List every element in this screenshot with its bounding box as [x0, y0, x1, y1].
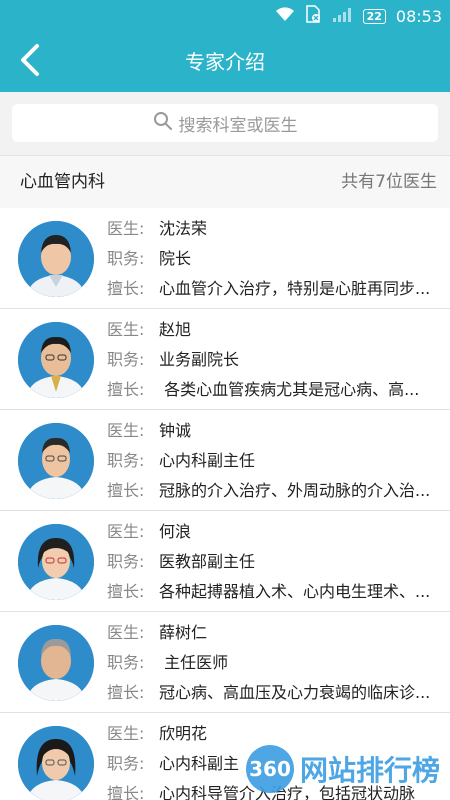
doctor-avatar — [18, 625, 94, 701]
doctor-position: 主任医师 — [159, 653, 229, 672]
app-bar: 专家介绍 — [0, 32, 450, 92]
specialty-label: 擅长: — [107, 683, 145, 702]
doctor-position: 心内科副主 — [159, 754, 240, 773]
specialty-label: 擅长: — [107, 784, 145, 800]
watermark-text: 网站排行榜 — [300, 754, 441, 787]
doctor-position: 院长 — [159, 249, 192, 268]
doctor-list-item[interactable]: 医生: 赵旭 职务: 业务副院长 擅长: 各类心血管疾病尤其是冠心病、高... — [0, 309, 450, 410]
status-bar: 22 08:53 — [0, 0, 450, 32]
status-time: 08:53 — [395, 6, 442, 26]
specialty-label: 擅长: — [107, 582, 145, 601]
doctor-specialty: 各类心血管疾病尤其是冠心病、高... — [159, 380, 420, 399]
doctor-position: 业务副院长 — [159, 350, 240, 369]
doctor-name: 钟诚 — [159, 421, 192, 440]
doctor-label: 医生: — [107, 724, 145, 743]
search-area: 搜索科室或医生 — [0, 92, 450, 154]
search-input[interactable]: 搜索科室或医生 — [12, 104, 438, 142]
doctor-list-item[interactable]: 医生: 钟诚 职务: 心内科副主任 擅长: 冠脉的介入治疗、外周动脉的介入治... — [0, 410, 450, 511]
back-button[interactable] — [10, 40, 50, 84]
specialty-label: 擅长: — [107, 481, 145, 500]
doctor-name: 沈法荣 — [159, 219, 208, 238]
doctor-specialty: 冠脉的介入治疗、外周动脉的介入治... — [159, 481, 431, 500]
doctor-specialty: 各种起搏器植入术、心内电生理术、... — [159, 582, 431, 601]
position-label: 职务: — [107, 350, 145, 369]
doctor-name: 何浪 — [159, 522, 192, 541]
position-label: 职务: — [107, 754, 145, 773]
doctor-avatar — [18, 322, 94, 398]
doctor-position: 心内科副主任 — [159, 451, 256, 470]
doctor-list-item[interactable]: 医生: 沈法荣 职务: 院长 擅长: 心血管介入治疗，特别是心脏再同步... — [0, 208, 450, 309]
watermark-logo: 360 网站排行榜 — [246, 738, 450, 800]
page-title: 专家介绍 — [185, 50, 265, 74]
360-logo-icon: 360 — [246, 745, 294, 793]
battery-icon: 22 — [362, 8, 386, 24]
position-label: 职务: — [107, 653, 145, 672]
specialty-label: 擅长: — [107, 279, 145, 298]
doctor-name: 欣明花 — [159, 724, 208, 743]
chevron-left-icon — [18, 43, 42, 81]
department-name: 心血管内科 — [20, 172, 105, 192]
doctor-label: 医生: — [107, 421, 145, 440]
no-sim-icon — [305, 5, 321, 27]
doctor-list-item[interactable]: 医生: 何浪 职务: 医教部副主任 擅长: 各种起搏器植入术、心内电生理术、... — [0, 511, 450, 612]
search-placeholder: 搜索科室或医生 — [178, 115, 298, 136]
doctor-avatar — [18, 221, 94, 297]
doctor-label: 医生: — [107, 623, 145, 642]
search-icon — [153, 111, 173, 136]
doctor-list: 医生: 沈法荣 职务: 院长 擅长: 心血管介入治疗，特别是心脏再同步... 医生: 赵… — [0, 208, 450, 800]
status-icons: 22 08:53 — [275, 0, 442, 32]
doctor-specialty: 心血管介入治疗，特别是心脏再同步... — [159, 279, 431, 298]
doctor-avatar — [18, 726, 94, 800]
doctor-position: 医教部副主任 — [159, 552, 256, 571]
position-label: 职务: — [107, 451, 145, 470]
doctor-label: 医生: — [107, 320, 145, 339]
signal-icon — [331, 6, 353, 26]
specialty-label: 擅长: — [107, 380, 145, 399]
department-header: 心血管内科 共有7位医生 — [0, 155, 450, 209]
doctor-label: 医生: — [107, 219, 145, 238]
wifi-icon — [275, 6, 295, 26]
doctor-avatar — [18, 524, 94, 600]
position-label: 职务: — [107, 552, 145, 571]
doctor-count: 共有7位医生 — [341, 172, 437, 192]
doctor-label: 医生: — [107, 522, 145, 541]
position-label: 职务: — [107, 249, 145, 268]
doctor-name: 赵旭 — [159, 320, 192, 339]
doctor-list-item[interactable]: 医生: 薛树仁 职务: 主任医师 擅长: 冠心病、高血压及心力衰竭的临床诊... — [0, 612, 450, 713]
doctor-name: 薛树仁 — [159, 623, 208, 642]
doctor-specialty: 冠心病、高血压及心力衰竭的临床诊... — [159, 683, 431, 702]
doctor-avatar — [18, 423, 94, 499]
